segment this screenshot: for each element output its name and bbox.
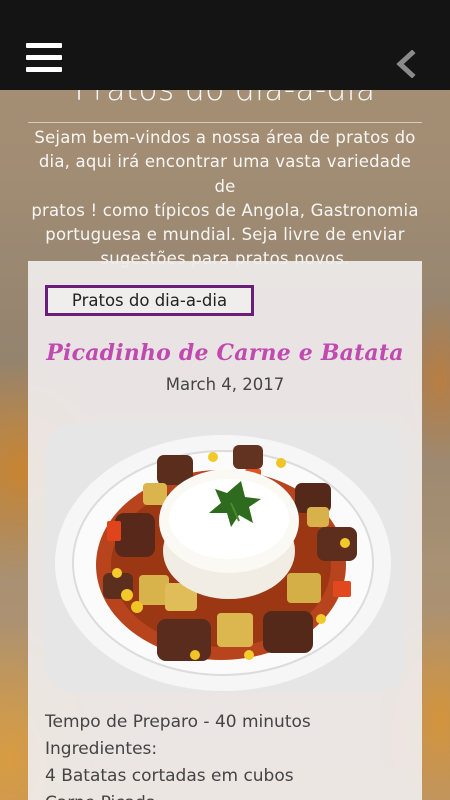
food-plate-illustration <box>45 423 405 693</box>
chevron-left-icon[interactable] <box>394 49 418 79</box>
post-body: Tempo de Preparo - 40 minutos Ingredient… <box>45 709 405 800</box>
intro-line: dia, aqui irá encontrar uma vasta varied… <box>38 152 412 196</box>
intro-text: Sejam bem-vindos a nossa área de pratos … <box>28 126 422 272</box>
post-body-line: 4 Batatas cortadas em cubos <box>45 766 294 786</box>
title-divider <box>28 122 422 123</box>
post-date: March 4, 2017 <box>165 375 285 394</box>
post-title[interactable]: Picadinho de Carne e Batata <box>28 340 422 366</box>
intro-line: Sejam bem-vindos a nossa área de pratos … <box>34 128 416 147</box>
intro-line: pratos ! como típicos de Angola, Gastron… <box>31 200 419 220</box>
category-tag[interactable]: Pratos do dia-a-dia <box>45 285 254 316</box>
blog-post-card: Pratos do dia-a-dia Picadinho de Carne e… <box>28 261 422 800</box>
post-body-line: Carne Picada <box>45 790 405 800</box>
post-image[interactable] <box>45 423 405 693</box>
post-body-line: Tempo de Preparo - 40 minutos <box>45 712 311 732</box>
post-body-line: Ingredientes: <box>45 739 158 759</box>
hamburger-menu-icon[interactable] <box>26 43 62 72</box>
intro-line: portuguesa e mundial. Seja livre de envi… <box>45 225 405 245</box>
top-navigation-bar <box>0 0 450 90</box>
